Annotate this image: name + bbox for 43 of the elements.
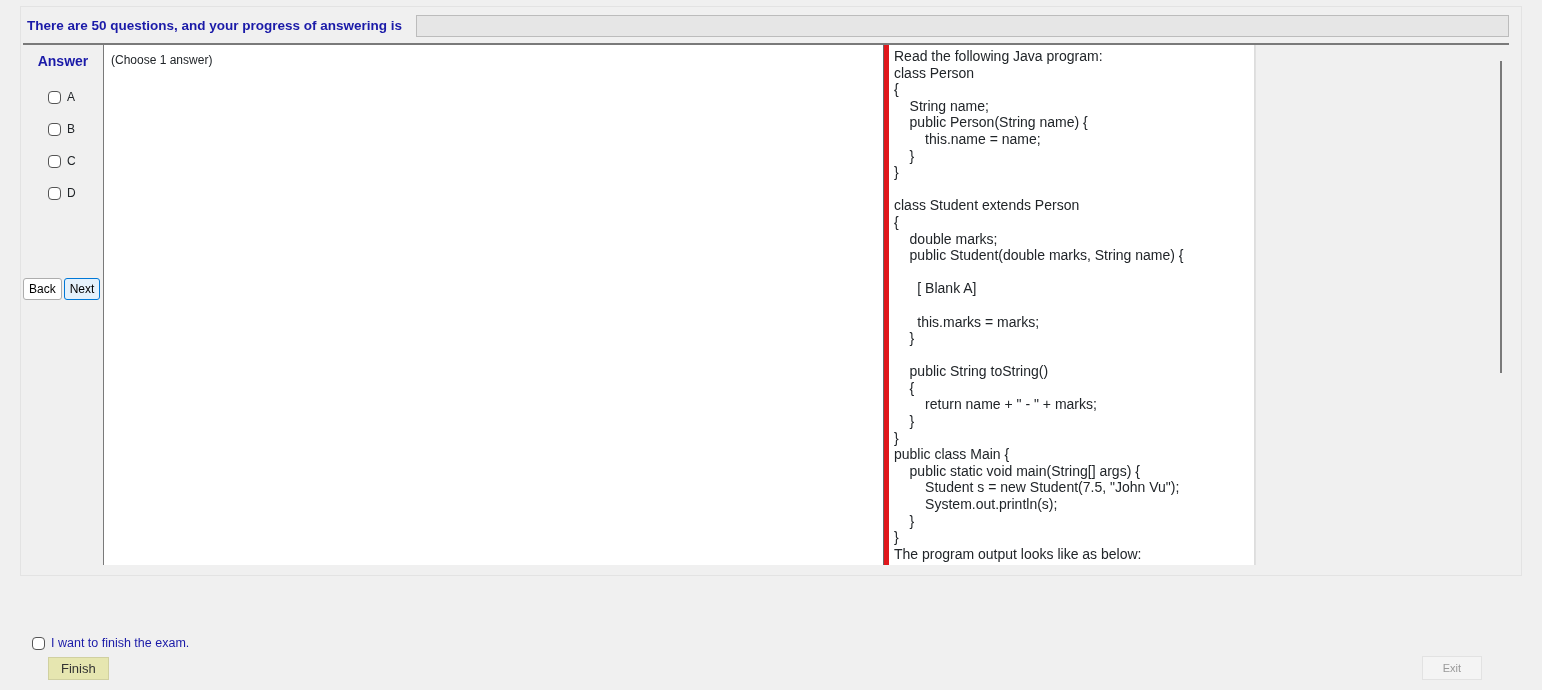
code-line: }: [894, 429, 899, 447]
code-line: }: [908, 413, 915, 430]
code-line: public Student(double marks, String name) {: [908, 247, 1184, 264]
code-line: String name;: [908, 97, 989, 115]
option-label: A: [67, 89, 75, 106]
code-line: public class Main {: [894, 446, 1010, 463]
code-line: this.marks = marks;: [916, 313, 1040, 331]
option-checkbox[interactable]: [48, 90, 61, 104]
option-checkbox[interactable]: [48, 186, 61, 200]
code-line: public Person(String name) {: [908, 114, 1088, 131]
code-line: {: [894, 81, 899, 98]
option-checkbox[interactable]: [48, 154, 61, 168]
code-line: Read the following Java program:: [894, 48, 1103, 65]
progress-text: There are 50 questions, and your progress of answering is: [26, 16, 403, 35]
code-line: class Student extends Person: [894, 197, 1080, 214]
finish-checkbox[interactable]: [32, 636, 45, 650]
code-line: }: [908, 512, 915, 530]
code-line: The program output looks like as below:: [894, 545, 1142, 563]
code-line: }: [894, 529, 899, 546]
code-line: double marks;: [908, 230, 998, 248]
code-line: class Person: [894, 64, 975, 82]
code-line: [ Blank A]: [916, 280, 977, 297]
code-line: public static void main(String[] args) {: [908, 462, 1140, 480]
option-label: B: [67, 121, 75, 138]
code-line: Student s = new Student(7.5, "John Vu");: [924, 479, 1180, 497]
nav-button[interactable]: Next: [63, 278, 101, 300]
code-line: }: [908, 330, 915, 347]
code-line: this.name = name;: [924, 130, 1041, 148]
option-checkbox[interactable]: [48, 122, 61, 136]
code-line: }: [894, 164, 899, 181]
nav-button[interactable]: Back: [23, 278, 62, 300]
code-line: public String toString(): [908, 363, 1049, 380]
option-label: C: [67, 153, 76, 170]
finish-checkbox-label: I want to finish the exam.: [51, 635, 190, 652]
option-label: D: [67, 185, 76, 202]
code-line: System.out.println(s);: [924, 496, 1058, 513]
code-line: {: [908, 379, 915, 397]
code-line: }: [908, 147, 915, 165]
answer-instruction: (Choose 1 answer): [111, 53, 213, 67]
code-line: return name + " - " + marks;: [924, 396, 1097, 414]
code-line: {: [894, 213, 899, 231]
finish-button[interactable]: Finish: [48, 656, 109, 681]
answer-title: Answer: [37, 52, 89, 71]
